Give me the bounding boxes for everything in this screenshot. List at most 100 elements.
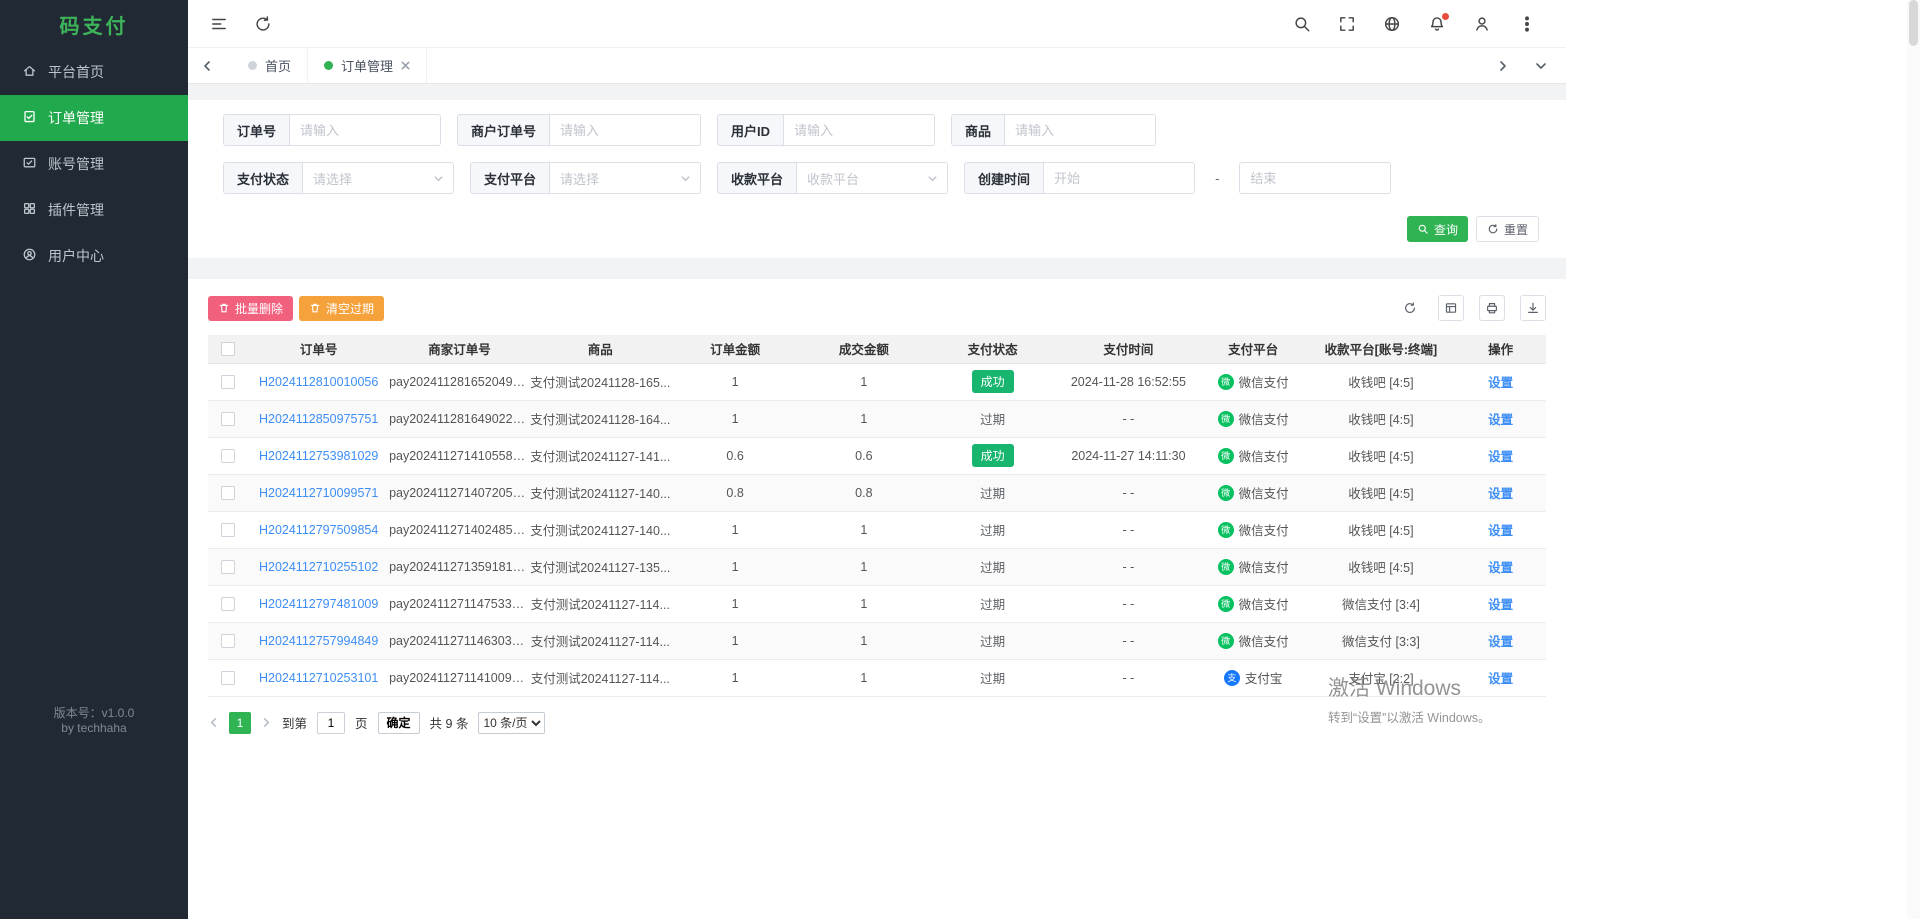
deal-amount: 1: [799, 585, 928, 622]
main-area: 首页 订单管理 订单号: [188, 0, 1566, 919]
row-checkbox[interactable]: [221, 671, 235, 685]
row-checkbox[interactable]: [221, 597, 235, 611]
batch-delete-button[interactable]: 批量删除: [208, 296, 293, 321]
deal-amount: 1: [799, 511, 928, 548]
table-row: H2024112710099571 pay2024112714072058...…: [208, 474, 1546, 511]
merchant-no-input[interactable]: [549, 114, 701, 146]
collect-platform-select[interactable]: 收款平台: [796, 162, 948, 194]
platform-name: 微信支付: [1239, 409, 1289, 428]
goto-label: 到第: [282, 713, 307, 732]
more-options-icon[interactable]: [1518, 15, 1536, 33]
order-amount: 1: [671, 511, 800, 548]
next-page-icon[interactable]: [261, 717, 272, 728]
row-checkbox[interactable]: [221, 375, 235, 389]
pay-time: - -: [1057, 622, 1200, 659]
row-checkbox[interactable]: [221, 449, 235, 463]
page-size-select[interactable]: 10 条/页: [478, 712, 545, 734]
row-checkbox[interactable]: [221, 523, 235, 537]
fullscreen-icon[interactable]: [1338, 15, 1356, 33]
select-all-checkbox[interactable]: [221, 342, 235, 356]
sidebar-item-user-center[interactable]: 用户中心: [0, 233, 188, 279]
status-badge: 过期: [980, 524, 1005, 538]
order-no-link[interactable]: H2024112810010056: [259, 375, 378, 389]
col-order-no: 订单号: [248, 335, 389, 363]
language-globe-icon[interactable]: [1383, 15, 1401, 33]
search-button[interactable]: 查询: [1407, 216, 1468, 242]
chevron-down-icon: [680, 173, 691, 184]
sidebar-item-plugins[interactable]: 插件管理: [0, 187, 188, 233]
sidebar-item-orders[interactable]: 订单管理: [0, 95, 188, 141]
collect-platform: 微信支付 [3:4]: [1306, 585, 1455, 622]
chevron-down-icon: [433, 173, 444, 184]
order-no-link[interactable]: H2024112710255102: [259, 560, 378, 574]
row-settings-link[interactable]: 设置: [1488, 487, 1513, 501]
tabs-scroll-right-icon[interactable]: [1492, 55, 1514, 77]
goto-page-input[interactable]: [317, 712, 345, 734]
tab-home[interactable]: 首页: [232, 48, 308, 83]
notification-bell-icon[interactable]: [1428, 15, 1446, 33]
tab-close-icon[interactable]: [401, 61, 410, 70]
print-icon[interactable]: [1479, 295, 1505, 321]
goto-confirm-button[interactable]: 确定: [378, 712, 420, 734]
platform-name: 微信支付: [1239, 594, 1289, 613]
clear-expired-button[interactable]: 清空过期: [299, 296, 384, 321]
reset-button[interactable]: 重置: [1476, 216, 1539, 242]
prev-page-icon[interactable]: [208, 717, 219, 728]
sidebar-item-home[interactable]: 平台首页: [0, 49, 188, 95]
row-settings-link[interactable]: 设置: [1488, 524, 1513, 538]
row-settings-link[interactable]: 设置: [1488, 598, 1513, 612]
merchant-no: pay2024112714072058...: [389, 474, 530, 511]
user-id-input[interactable]: [783, 114, 935, 146]
row-checkbox[interactable]: [221, 634, 235, 648]
menu-fold-icon[interactable]: [210, 15, 228, 33]
row-checkbox[interactable]: [221, 412, 235, 426]
order-no-link[interactable]: H2024112850975751: [259, 412, 378, 426]
export-download-icon[interactable]: [1520, 295, 1546, 321]
row-settings-link[interactable]: 设置: [1488, 450, 1513, 464]
row-settings-link[interactable]: 设置: [1488, 376, 1513, 390]
order-no-link[interactable]: H2024112710099571: [259, 486, 378, 500]
select-placeholder: 请选择: [560, 169, 599, 188]
date-start-input[interactable]: [1043, 162, 1195, 194]
row-checkbox[interactable]: [221, 560, 235, 574]
order-no-link[interactable]: H2024112797481009: [259, 597, 378, 611]
row-settings-link[interactable]: 设置: [1488, 561, 1513, 575]
collect-platform: 收钱吧 [4:5]: [1306, 363, 1455, 400]
select-placeholder: 收款平台: [807, 169, 859, 188]
row-checkbox[interactable]: [221, 486, 235, 500]
table-header-row: 订单号 商家订单号 商品 订单金额 成交金额 支付状态 支付时间 支付平台 收款…: [208, 335, 1546, 363]
refresh-page-icon[interactable]: [254, 15, 272, 33]
order-no-link[interactable]: H2024112797509854: [259, 523, 378, 537]
sidebar-item-accounts[interactable]: 账号管理: [0, 141, 188, 187]
table-row: H2024112710255102 pay2024112713591817...…: [208, 548, 1546, 585]
pay-platform-select[interactable]: 请选择: [549, 162, 701, 194]
date-end-input[interactable]: [1239, 162, 1391, 194]
order-no-link[interactable]: H2024112753981029: [259, 449, 378, 463]
row-settings-link[interactable]: 设置: [1488, 672, 1513, 686]
user-avatar-icon[interactable]: [1473, 15, 1491, 33]
page-number-button[interactable]: 1: [229, 712, 251, 734]
row-settings-link[interactable]: 设置: [1488, 413, 1513, 427]
order-no-link[interactable]: H2024112710253101: [259, 671, 378, 685]
row-settings-link[interactable]: 设置: [1488, 635, 1513, 649]
tab-order-management[interactable]: 订单管理: [308, 48, 427, 83]
deal-amount: 1: [799, 363, 928, 400]
table-refresh-icon[interactable]: [1397, 295, 1423, 321]
deal-amount: 1: [799, 548, 928, 585]
scrollbar-thumb[interactable]: [1909, 0, 1918, 46]
version-author: by techhaha: [0, 721, 188, 736]
pay-status-select[interactable]: 请选择: [302, 162, 454, 194]
product-input[interactable]: [1004, 114, 1156, 146]
order-no-input[interactable]: [289, 114, 441, 146]
collect-platform-label: 收款平台: [717, 162, 796, 194]
search-icon[interactable]: [1293, 15, 1311, 33]
order-table-body: H2024112810010056 pay2024112816520491...…: [208, 363, 1546, 696]
merchant-no: pay202411271141009023: [389, 659, 530, 696]
tabs-menu-icon[interactable]: [1530, 55, 1552, 77]
tabs-scroll-left-icon[interactable]: [196, 55, 218, 77]
user-id-label: 用户ID: [717, 114, 783, 146]
order-no-link[interactable]: H2024112757994849: [259, 634, 378, 648]
order-amount: 0.6: [671, 437, 800, 474]
column-settings-icon[interactable]: [1438, 295, 1464, 321]
table-row: H2024112753981029 pay2024112714105583...…: [208, 437, 1546, 474]
